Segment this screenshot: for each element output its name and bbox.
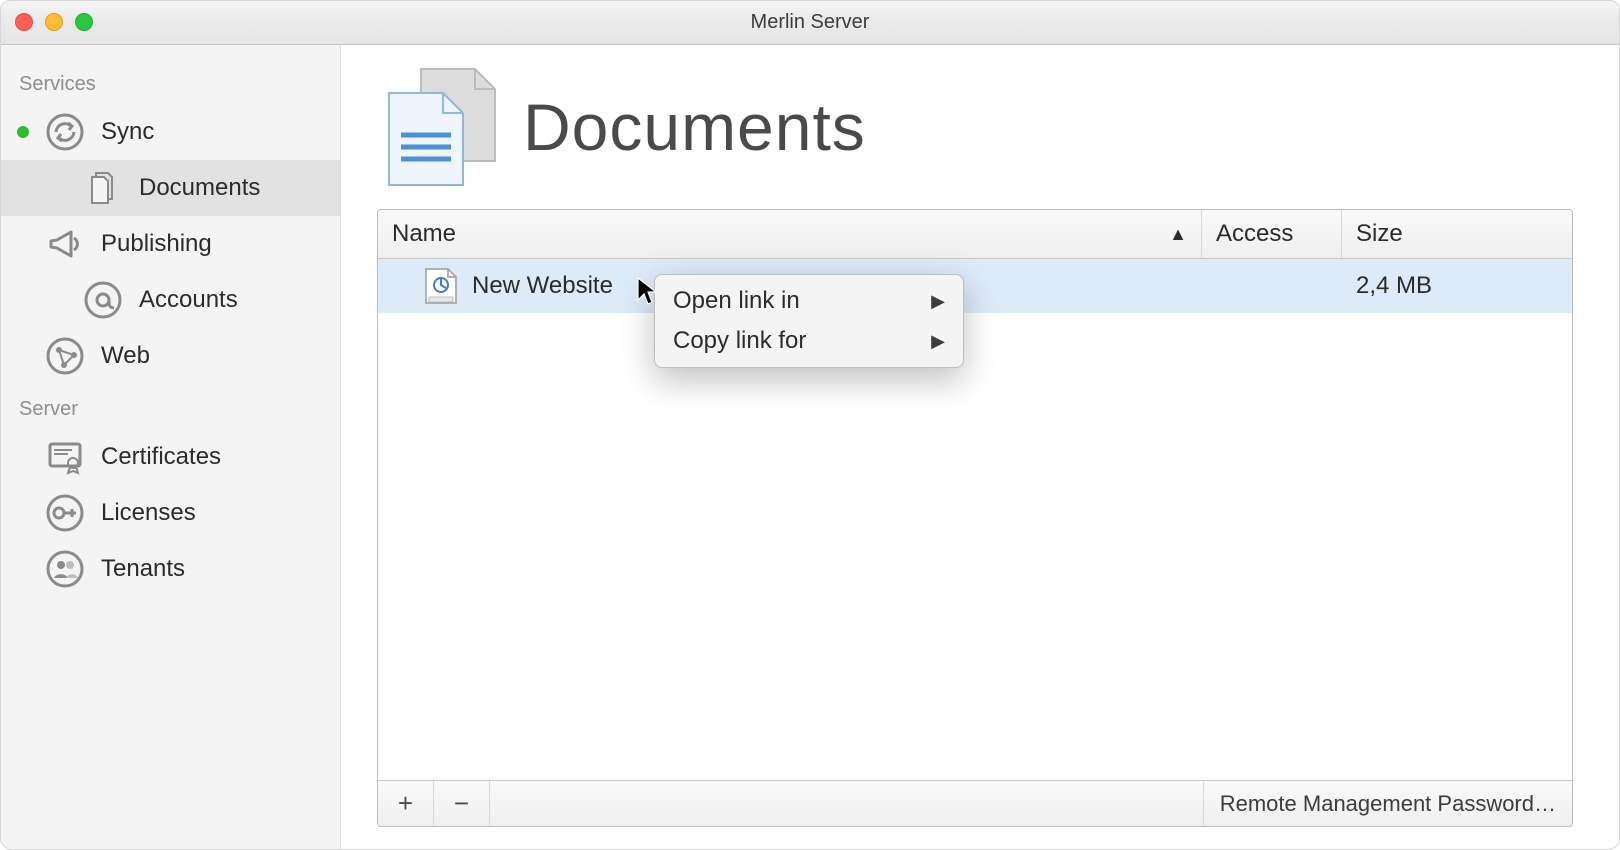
sidebar-item-label: Licenses bbox=[101, 499, 196, 527]
globe-icon bbox=[43, 334, 87, 378]
sidebar: Services Sync Documents Publishing bbox=[1, 45, 341, 849]
sidebar-item-label: Publishing bbox=[101, 230, 212, 258]
at-sign-icon bbox=[81, 278, 125, 322]
people-icon bbox=[43, 547, 87, 591]
sort-ascending-icon: ▲ bbox=[1169, 224, 1187, 245]
column-header-label: Name bbox=[392, 220, 456, 248]
sidebar-item-licenses[interactable]: Licenses bbox=[1, 485, 340, 541]
file-name: New Website bbox=[472, 272, 613, 300]
sidebar-item-web[interactable]: Web bbox=[1, 328, 340, 384]
page-header: Documents bbox=[377, 67, 1573, 187]
key-icon bbox=[43, 491, 87, 535]
content-area: Services Sync Documents Publishing bbox=[1, 45, 1619, 849]
minimize-window-button[interactable] bbox=[45, 13, 63, 31]
plus-icon: + bbox=[398, 788, 413, 819]
table-footer: + − Remote Management Password… bbox=[378, 780, 1572, 826]
cell-access bbox=[1202, 259, 1342, 313]
sidebar-section-services-label: Services bbox=[1, 59, 340, 104]
sync-icon bbox=[43, 110, 87, 154]
submenu-arrow-icon: ▶ bbox=[931, 291, 945, 312]
column-header-name[interactable]: Name ▲ bbox=[378, 210, 1202, 258]
remote-password-button[interactable]: Remote Management Password… bbox=[1203, 781, 1572, 826]
window-title: Merlin Server bbox=[1, 11, 1619, 34]
context-menu-item-label: Open link in bbox=[673, 287, 800, 315]
sidebar-item-publishing[interactable]: Publishing bbox=[1, 216, 340, 272]
sidebar-item-label: Accounts bbox=[139, 286, 238, 314]
remove-document-button[interactable]: − bbox=[434, 781, 490, 826]
table-row[interactable]: New Website 2,4 MB bbox=[378, 259, 1572, 313]
sidebar-item-label: Sync bbox=[101, 118, 154, 146]
certificate-icon bbox=[43, 435, 87, 479]
documents-hero-icon bbox=[377, 67, 497, 187]
megaphone-icon bbox=[43, 222, 87, 266]
add-document-button[interactable]: + bbox=[378, 781, 434, 826]
zoom-window-button[interactable] bbox=[75, 13, 93, 31]
table-body: New Website 2,4 MB bbox=[378, 259, 1572, 780]
context-menu-open-link-in[interactable]: Open link in ▶ bbox=[655, 281, 963, 321]
table-header: Name ▲ Access Size bbox=[378, 210, 1572, 259]
sidebar-item-label: Web bbox=[101, 342, 150, 370]
sidebar-item-accounts[interactable]: Accounts bbox=[1, 272, 340, 328]
project-file-icon bbox=[424, 267, 458, 305]
traffic-lights bbox=[15, 13, 93, 31]
minus-icon: − bbox=[454, 788, 469, 819]
sidebar-item-label: Documents bbox=[139, 174, 260, 202]
sidebar-item-label: Certificates bbox=[101, 443, 221, 471]
documents-table: Name ▲ Access Size bbox=[377, 209, 1573, 827]
context-menu-item-label: Copy link for bbox=[673, 327, 806, 355]
close-window-button[interactable] bbox=[15, 13, 33, 31]
column-header-size[interactable]: Size bbox=[1342, 210, 1572, 258]
context-menu-copy-link-for[interactable]: Copy link for ▶ bbox=[655, 321, 963, 361]
sidebar-item-documents[interactable]: Documents bbox=[1, 160, 340, 216]
sidebar-item-label: Tenants bbox=[101, 555, 185, 583]
column-header-label: Size bbox=[1356, 220, 1403, 248]
sidebar-item-tenants[interactable]: Tenants bbox=[1, 541, 340, 597]
status-dot-icon bbox=[17, 126, 29, 138]
sidebar-item-certificates[interactable]: Certificates bbox=[1, 429, 340, 485]
documents-icon bbox=[81, 166, 125, 210]
footer-spacer bbox=[490, 781, 1203, 826]
cell-size: 2,4 MB bbox=[1342, 259, 1572, 313]
main-panel: Documents Name ▲ Access Size bbox=[341, 45, 1619, 849]
column-header-label: Access bbox=[1216, 220, 1293, 248]
titlebar: Merlin Server bbox=[1, 1, 1619, 45]
context-menu: Open link in ▶ Copy link for ▶ bbox=[654, 274, 964, 368]
remote-password-label: Remote Management Password… bbox=[1220, 791, 1556, 817]
sidebar-section-server-label: Server bbox=[1, 384, 340, 429]
page-title: Documents bbox=[523, 89, 866, 165]
column-header-access[interactable]: Access bbox=[1202, 210, 1342, 258]
submenu-arrow-icon: ▶ bbox=[931, 331, 945, 352]
sidebar-item-sync[interactable]: Sync bbox=[1, 104, 340, 160]
app-window: Merlin Server Services Sync Documents bbox=[0, 0, 1620, 850]
